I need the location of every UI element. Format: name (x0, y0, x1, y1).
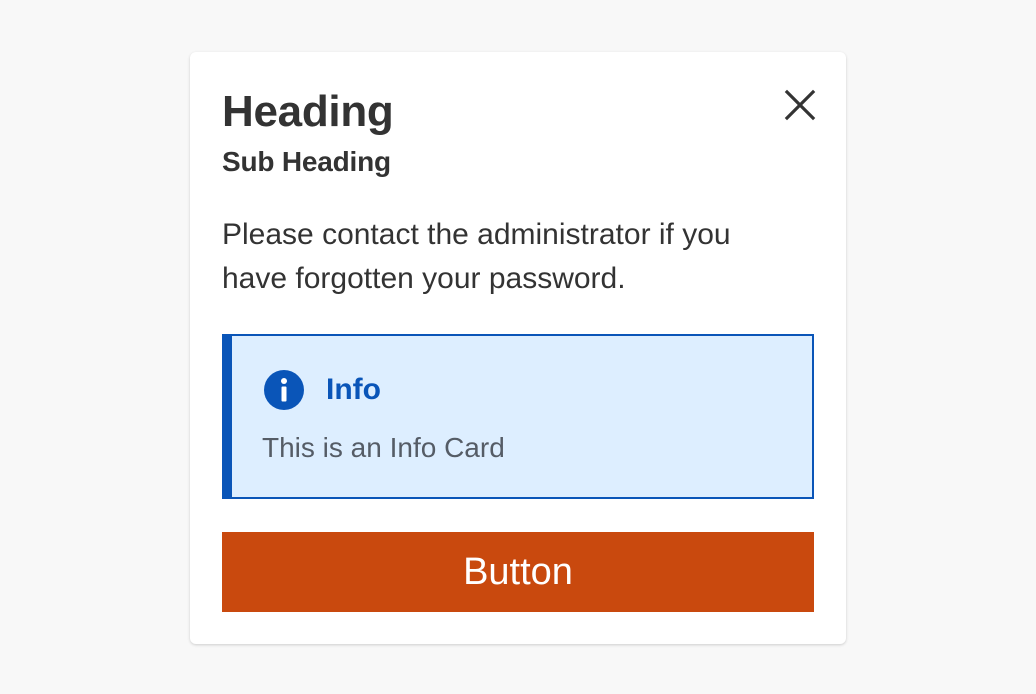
close-button[interactable] (780, 85, 820, 125)
modal-heading: Heading (222, 87, 394, 136)
close-icon (784, 89, 816, 121)
primary-button[interactable]: Button (222, 532, 814, 612)
info-card-text: This is an Info Card (262, 432, 505, 463)
info-icon (264, 370, 304, 410)
modal-subheading: Sub Heading (222, 146, 391, 177)
info-card-title: Info (326, 373, 381, 406)
info-card: Info This is an Info Card (222, 334, 814, 499)
modal-body-text: Please contact the administrator if you … (222, 218, 731, 295)
modal-dialog: Heading Sub Heading Please contact the a… (190, 52, 846, 644)
